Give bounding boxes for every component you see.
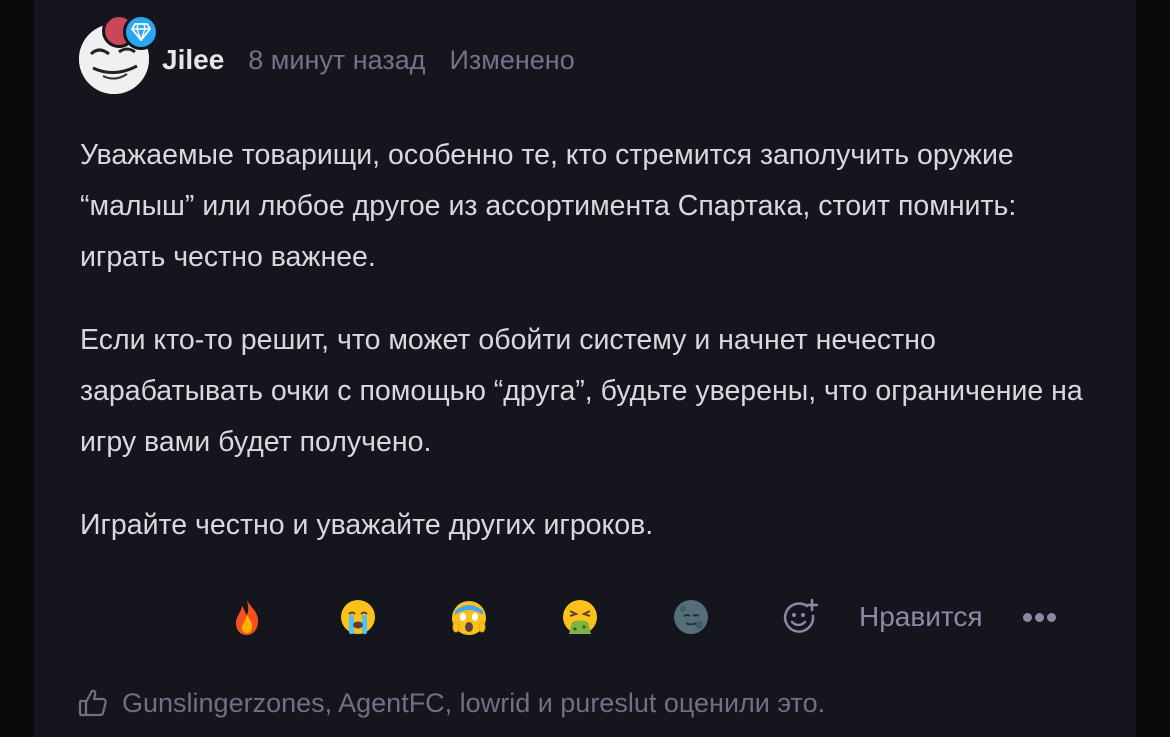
reaction-bar: Нравится — [225, 595, 1056, 639]
like-button[interactable]: Нравится — [859, 601, 983, 633]
add-reaction-icon — [783, 598, 819, 633]
add-reaction-button[interactable] — [780, 597, 820, 637]
edited-label[interactable]: Изменено — [450, 45, 575, 76]
post-paragraph: Играйте честно и уважайте других игроков… — [80, 509, 654, 541]
likes-text[interactable]: Gunslingerzones, AgentFC, lowrid и pures… — [122, 688, 825, 719]
new-moon-face-emoji-icon — [674, 600, 708, 634]
author-avatar-group[interactable] — [79, 14, 159, 94]
reaction-moon-button[interactable] — [669, 595, 713, 639]
reaction-screaming-button[interactable] — [447, 595, 491, 639]
more-options-icon[interactable] — [1022, 612, 1056, 622]
likes-summary: Gunslingerzones, AgentFC, lowrid и pures… — [78, 683, 825, 723]
post-timestamp[interactable]: 8 минут назад — [248, 45, 425, 76]
screaming-face-emoji-icon — [452, 601, 486, 635]
post-paragraph: Уважаемые товарищи, особенно те, кто стр… — [80, 139, 1017, 273]
post-paragraph: Если кто-то решит, что может обойти сист… — [80, 324, 1083, 458]
author-name[interactable]: Jilee — [162, 44, 224, 76]
post-header: Jilee 8 минут назад Изменено — [162, 40, 599, 80]
reaction-vomiting-button[interactable] — [558, 595, 602, 639]
crying-face-emoji-icon — [341, 600, 375, 634]
fire-emoji-icon — [236, 600, 259, 635]
thumbs-up-icon — [78, 689, 107, 717]
reaction-fire-button[interactable] — [225, 595, 269, 639]
post-body: Уважаемые товарищи, особенно те, кто стр… — [80, 130, 1100, 583]
reaction-crying-button[interactable] — [336, 595, 380, 639]
diamond-badge-icon — [123, 14, 159, 50]
vomiting-face-emoji-icon — [563, 600, 597, 634]
